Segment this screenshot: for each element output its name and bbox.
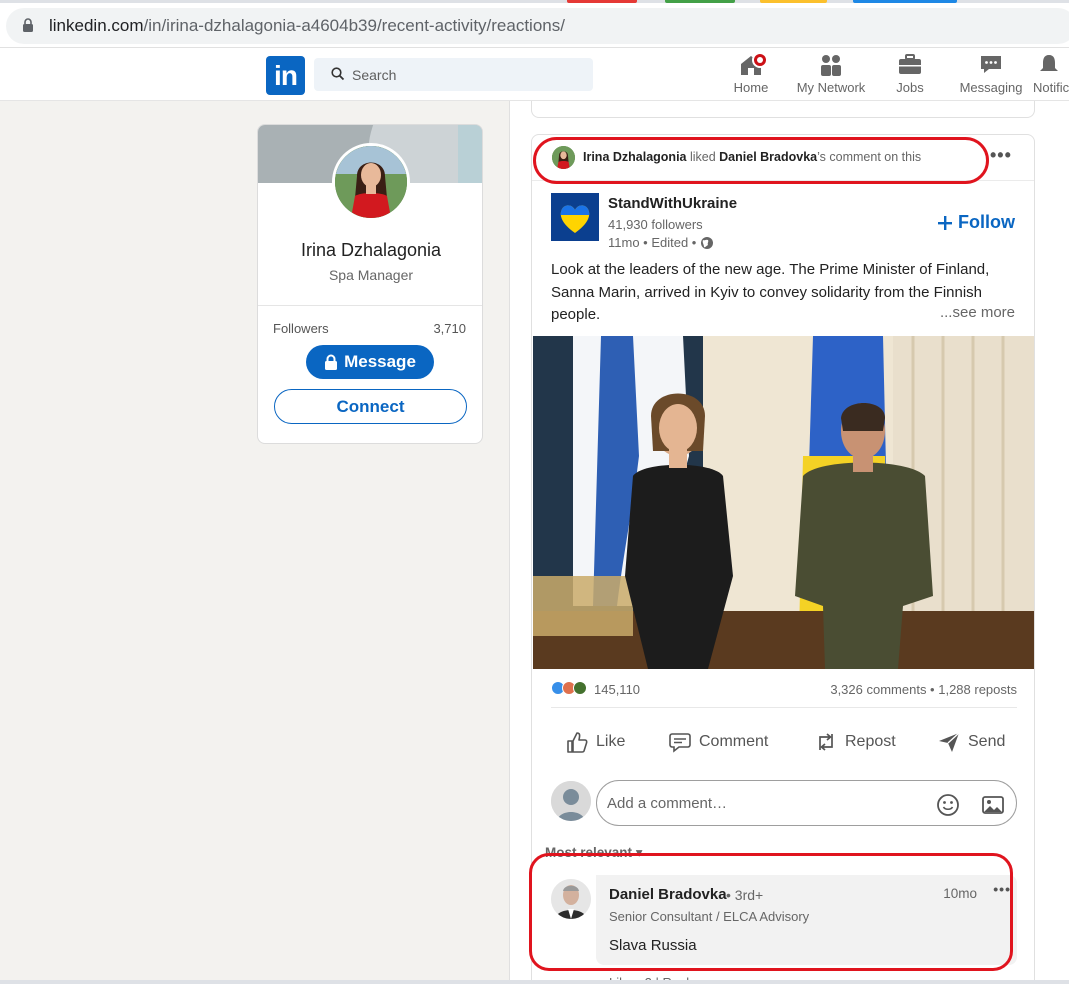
- divider: [258, 305, 482, 306]
- linkedin-global-nav: in Home My Network Jobs Me: [0, 48, 1069, 101]
- post-image[interactable]: [533, 336, 1034, 669]
- image-icon[interactable]: [981, 793, 1005, 817]
- activity-text: Irina Dzhalagonia liked Daniel Bradovka’…: [583, 150, 922, 164]
- comment-icon: [669, 733, 691, 753]
- lock-icon: [325, 354, 338, 370]
- sort-comments-dropdown[interactable]: Most relevant ▾: [545, 845, 643, 861]
- nav-label: Messaging: [959, 80, 1023, 95]
- nav-label: Notific: [1033, 80, 1069, 95]
- commenter-avatar[interactable]: [551, 879, 591, 919]
- comments-reposts-count[interactable]: 3,326 comments • 1,288 reposts: [830, 682, 1017, 697]
- nav-home[interactable]: Home: [730, 52, 772, 98]
- connection-degree: • 3rd+: [726, 887, 764, 903]
- nav-label: My Network: [796, 80, 866, 95]
- comment-box[interactable]: [596, 780, 1017, 826]
- reactions-count[interactable]: 145,110: [594, 682, 640, 697]
- profile-name[interactable]: Irina Dzhalagonia: [258, 240, 482, 261]
- emoji-icon[interactable]: [936, 793, 960, 817]
- post-meta: 11mo • Edited •: [608, 235, 714, 250]
- comment-button[interactable]: Comment: [668, 723, 768, 761]
- author-name[interactable]: StandWithUkraine: [608, 195, 737, 212]
- activity-target-link[interactable]: Daniel Bradovka: [719, 150, 817, 164]
- viewer-avatar: [551, 781, 591, 821]
- comment-input[interactable]: [607, 781, 907, 825]
- avatar-photo: [552, 146, 575, 169]
- repost-button[interactable]: Repost: [814, 723, 896, 761]
- nav-my-network[interactable]: My Network: [792, 52, 870, 98]
- linkedin-logo[interactable]: in: [266, 56, 305, 95]
- activity-actor-link[interactable]: Irina Dzhalagonia: [583, 150, 687, 164]
- more-options-icon[interactable]: •••: [990, 145, 1012, 166]
- feed-post: Irina Dzhalagonia liked Daniel Bradovka’…: [531, 134, 1035, 984]
- search-bar[interactable]: [314, 58, 593, 91]
- profile-card: Irina Dzhalagonia Spa Manager Followers …: [257, 124, 483, 444]
- post-activity-header: Irina Dzhalagonia liked Daniel Bradovka’…: [532, 135, 1034, 181]
- followers-count: 3,710: [433, 321, 466, 336]
- window-edge: [0, 980, 1069, 984]
- repost-icon: [819, 733, 833, 751]
- globe-icon: [701, 236, 714, 249]
- message-button[interactable]: Message: [306, 345, 434, 379]
- nav-label: Jobs: [896, 80, 924, 95]
- address-url[interactable]: linkedin.com/in/irina-dzhalagonia-a4604b…: [49, 16, 565, 36]
- send-icon: [939, 732, 960, 752]
- nav-notifications[interactable]: Notific: [1030, 52, 1069, 98]
- comment-time: 10mo: [943, 886, 977, 901]
- search-icon: [331, 67, 345, 81]
- nav-label: Home: [733, 80, 769, 95]
- standwithukraine-logo[interactable]: [551, 193, 599, 241]
- message-label: Message: [344, 352, 416, 371]
- divider: [551, 707, 1017, 708]
- plus-icon: [938, 215, 952, 230]
- browser-address-bar[interactable]: linkedin.com/in/irina-dzhalagonia-a4604b…: [0, 3, 1069, 48]
- support-reaction-icon: [573, 681, 587, 695]
- profile-avatar[interactable]: [332, 143, 410, 221]
- reaction-icons[interactable]: [551, 681, 587, 695]
- followers-label: Followers: [273, 321, 329, 336]
- connect-button[interactable]: Connect: [274, 389, 467, 424]
- thumbs-up-icon: [567, 732, 588, 753]
- post-photo: [533, 336, 1034, 669]
- nav-messaging[interactable]: Messaging: [956, 52, 1026, 98]
- post-actions: Like Comment Repost Send: [551, 723, 1017, 761]
- comment-more-icon[interactable]: •••: [993, 881, 1011, 897]
- actor-mini-avatar[interactable]: [552, 146, 575, 169]
- comment-bubble: Daniel Bradovka • 3rd+ 10mo ••• Senior C…: [596, 875, 1017, 965]
- see-more-link[interactable]: ...see more: [939, 304, 1015, 321]
- avatar-photo: [551, 879, 591, 919]
- nav-jobs[interactable]: Jobs: [892, 52, 928, 98]
- profile-headline: Spa Manager: [328, 267, 414, 283]
- social-counts: 145,110 3,326 comments • 1,288 reposts: [551, 681, 1017, 699]
- messaging-icon: [981, 56, 1001, 73]
- previous-post-card: [531, 101, 1035, 118]
- comment-text: Slava Russia: [609, 937, 697, 954]
- comment-composer: [551, 780, 1017, 828]
- like-button[interactable]: Like: [565, 723, 625, 761]
- commenter-name[interactable]: Daniel Bradovka: [609, 886, 727, 903]
- send-button[interactable]: Send: [937, 723, 1005, 761]
- notification-badge: [752, 52, 768, 68]
- follow-button[interactable]: Follow: [938, 212, 1015, 233]
- lock-icon[interactable]: [22, 18, 34, 33]
- comment-item: Daniel Bradovka • 3rd+ 10mo ••• Senior C…: [551, 875, 1017, 984]
- briefcase-icon: [899, 54, 921, 74]
- avatar-photo: [335, 146, 407, 218]
- commenter-headline: Senior Consultant / ELCA Advisory: [609, 909, 810, 924]
- network-icon: [821, 55, 841, 76]
- bell-icon: [1040, 55, 1058, 71]
- search-input[interactable]: [352, 58, 582, 91]
- avatar-placeholder: [551, 781, 591, 821]
- author-followers: 41,930 followers: [608, 217, 703, 232]
